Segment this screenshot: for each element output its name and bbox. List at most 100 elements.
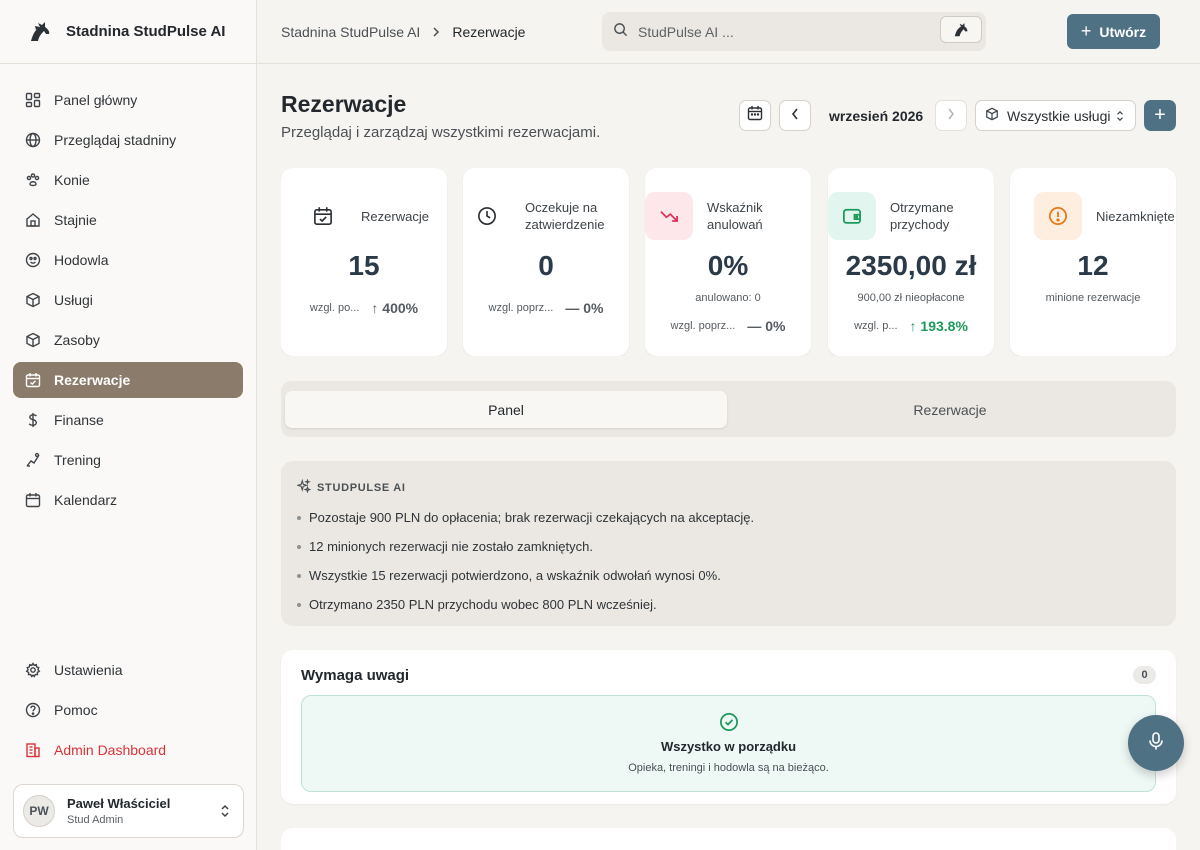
next-month-button[interactable]	[935, 100, 967, 131]
stat-compare: wzgl. poprz... — 0%	[645, 318, 811, 334]
stat-value: 0%	[707, 250, 749, 281]
stat-card-reservations[interactable]: Rezerwacje 15 wzgl. po... ↑ 400%	[281, 168, 447, 356]
sidebar-item-admin-dashboard[interactable]: Admin Dashboard	[13, 732, 243, 768]
sidebar-item-training[interactable]: Trening	[13, 442, 243, 478]
sidebar-item-label: Stajnie	[54, 212, 97, 228]
create-button[interactable]: + Utwórz	[1067, 14, 1160, 49]
prev-month-button[interactable]	[779, 100, 811, 131]
trending-down-icon	[645, 192, 693, 240]
calendar-check-icon	[299, 192, 347, 240]
chevron-left-icon	[791, 107, 799, 125]
user-meta: Paweł Właściciel Stud Admin	[67, 796, 170, 826]
sidebar-item-label: Przeglądaj stadniny	[54, 132, 177, 148]
sidebar-item-reservations[interactable]: Rezerwacje	[13, 362, 243, 398]
sidebar-item-resources[interactable]: Zasoby	[13, 322, 243, 358]
sidebar-item-label: Konie	[54, 172, 90, 188]
dollar-icon	[25, 412, 41, 428]
gear-icon	[25, 662, 41, 678]
stat-compare-label: wzgl. poprz...	[488, 302, 554, 314]
sidebar-item-finance[interactable]: Finanse	[13, 402, 243, 438]
breeding-icon	[25, 252, 41, 268]
building-icon	[25, 742, 41, 758]
user-role: Stud Admin	[67, 814, 124, 826]
list-item: Wszystkie 15 rezerwacji potwierdzono, a …	[297, 568, 1160, 597]
dashboard-icon	[25, 92, 41, 108]
sidebar-item-label: Trening	[54, 452, 101, 468]
check-circle-icon	[302, 712, 1155, 732]
horse-logo-icon	[26, 18, 54, 46]
stat-value: 15	[348, 250, 380, 281]
sidebar-item-calendar[interactable]: Kalendarz	[13, 482, 243, 518]
box-icon	[25, 332, 41, 348]
stat-compare: wzgl. poprz... — 0%	[463, 300, 629, 316]
stat-note: anulowano: 0	[695, 292, 761, 304]
sidebar-item-settings[interactable]: Ustawienia	[13, 652, 243, 688]
stat-value: 0	[538, 250, 554, 281]
globe-icon	[25, 132, 41, 148]
home-icon	[25, 212, 41, 228]
attention-count-badge: 0	[1133, 666, 1156, 684]
sidebar-item-services[interactable]: Usługi	[13, 282, 243, 318]
stat-card-revenue[interactable]: Otrzymane przychody 2350,00 zł 900,00 zł…	[828, 168, 994, 356]
stat-value: 12	[1077, 250, 1109, 281]
stat-compare: wzgl. p... ↑ 193.8%	[828, 318, 994, 334]
sidebar-nav: Panel główny Przeglądaj stadniny Konie S…	[0, 64, 256, 518]
user-menu[interactable]: PW Paweł Właściciel Stud Admin	[13, 784, 244, 838]
stat-card-head: Oczekuje na zatwierdzenie	[463, 192, 629, 240]
chevron-right-icon	[947, 107, 955, 125]
plus-icon: +	[1154, 104, 1166, 126]
ai-summary: STUDPULSE AI Pozostaje 900 PLN do opłace…	[281, 461, 1176, 626]
sidebar-item-help[interactable]: Pomoc	[13, 692, 243, 728]
chevron-up-down-icon	[219, 803, 231, 824]
breadcrumb-item-stud[interactable]: Stadnina StudPulse AI	[281, 24, 420, 40]
microphone-icon	[1147, 731, 1165, 756]
sidebar-item-browse[interactable]: Przeglądaj stadniny	[13, 122, 243, 158]
stat-card-cancellation-rate[interactable]: Wskaźnik anulowań 0% anulowano: 0 wzgl. …	[645, 168, 811, 356]
sidebar-item-stables[interactable]: Stajnie	[13, 202, 243, 238]
sidebar-item-label: Ustawienia	[54, 662, 123, 678]
sidebar-item-horses[interactable]: Konie	[13, 162, 243, 198]
sidebar-item-label: Rezerwacje	[54, 372, 131, 388]
list-item: Pozostaje 900 PLN do opłacenia; brak rez…	[297, 510, 1160, 539]
calendar-icon	[25, 492, 41, 508]
voice-assistant-button[interactable]	[1128, 715, 1184, 771]
add-reservation-button[interactable]: +	[1144, 100, 1176, 131]
tab-panel[interactable]: Panel	[285, 391, 727, 428]
box-icon	[25, 292, 41, 308]
stat-delta-value: 193.8%	[920, 318, 968, 334]
sidebar-item-label: Admin Dashboard	[54, 742, 167, 758]
ai-summary-list: Pozostaje 900 PLN do opłacenia; brak rez…	[297, 510, 1160, 626]
search-input[interactable]: StudPulse AI ...	[602, 12, 986, 51]
stat-delta-value: 0%	[583, 300, 604, 316]
horse-logo-icon[interactable]	[940, 16, 982, 43]
list-item: 12 minionych rezerwacji nie zostało zamk…	[297, 539, 1160, 568]
sidebar-item-label: Usługi	[54, 292, 93, 308]
attention-panel: Wymaga uwagi 0 Wszystko w porządku Opiek…	[281, 650, 1176, 804]
sidebar: Stadnina StudPulse AI Panel główny Przeg…	[0, 0, 257, 850]
sidebar-item-label: Hodowla	[54, 252, 109, 268]
calendar-picker-button[interactable]	[739, 100, 771, 131]
stat-card-pending[interactable]: Oczekuje na zatwierdzenie 0 wzgl. poprz.…	[463, 168, 629, 356]
stat-label: Niezamknięte	[1096, 208, 1175, 224]
avatar: PW	[23, 795, 55, 827]
ai-summary-title: STUDPULSE AI	[317, 481, 406, 494]
brand[interactable]: Stadnina StudPulse AI	[0, 0, 256, 64]
stat-card-unclosed[interactable]: Niezamknięte 12 minione rezerwacje	[1010, 168, 1176, 356]
chevron-up-down-icon	[1115, 109, 1125, 126]
stat-delta: ↑ 193.8%	[910, 318, 968, 334]
sidebar-item-breeding[interactable]: Hodowla	[13, 242, 243, 278]
all-good-subtitle: Opieka, treningi i hodowla są na bieżąco…	[628, 762, 829, 774]
calendar-check-icon	[25, 372, 41, 388]
service-filter-select[interactable]: Wszystkie usługi	[975, 100, 1136, 131]
training-icon	[25, 452, 41, 468]
view-tabs: Panel Rezerwacje	[281, 381, 1176, 437]
tab-reservations[interactable]: Rezerwacje	[729, 391, 1171, 428]
sidebar-item-panel[interactable]: Panel główny	[13, 82, 243, 118]
stats-row: Rezerwacje 15 wzgl. po... ↑ 400% Oczekuj…	[281, 168, 1200, 356]
stat-label: Wskaźnik anulowań	[707, 200, 763, 232]
sidebar-item-label: Kalendarz	[54, 492, 118, 508]
page-subtitle: Przeglądaj i zarządzaj wszystkimi rezerw…	[281, 124, 601, 141]
search-icon	[613, 22, 628, 42]
stat-card-head: Niezamknięte	[1010, 192, 1176, 240]
stat-delta-value: 400%	[382, 300, 419, 316]
